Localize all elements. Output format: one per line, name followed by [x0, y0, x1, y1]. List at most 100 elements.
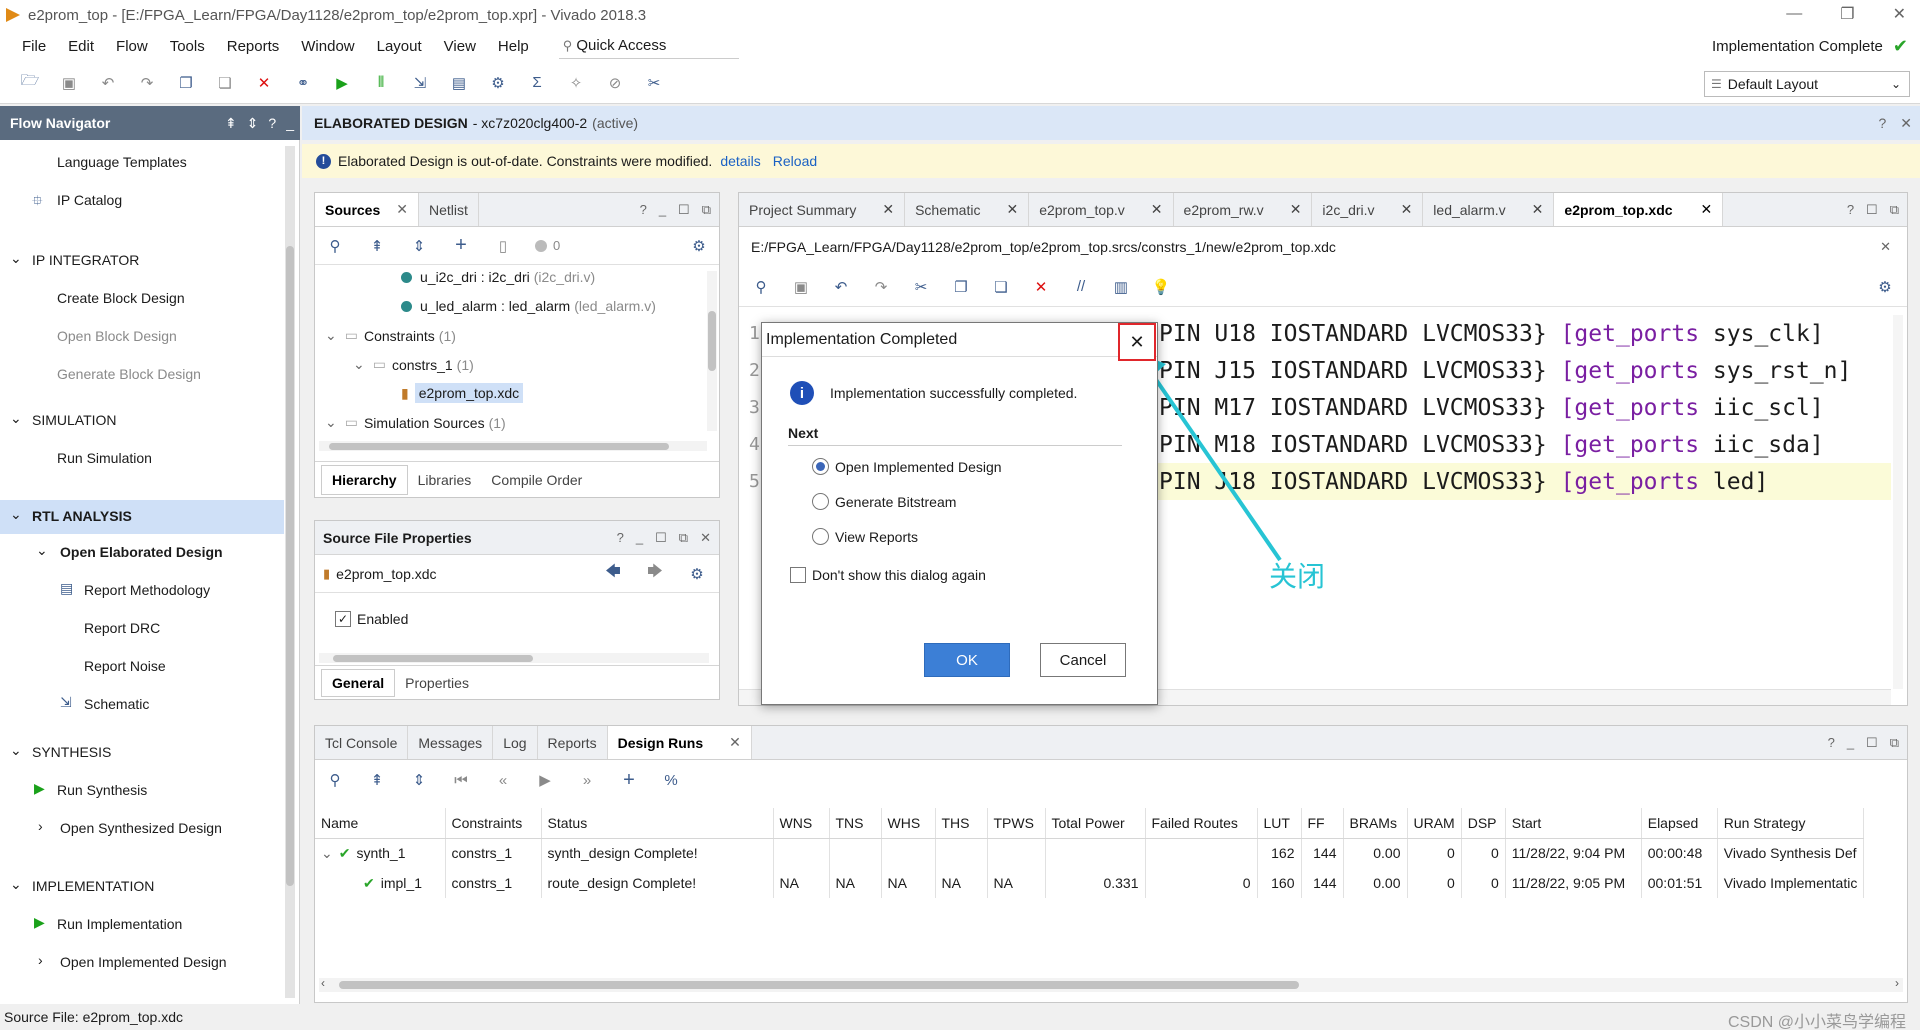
quick-access-field[interactable]: ⚲ Quick Access	[558, 33, 739, 59]
tab-log[interactable]: Log	[493, 726, 538, 759]
search-icon[interactable]: ⚲	[325, 770, 345, 790]
expand-all-icon[interactable]: ⇕	[247, 115, 259, 132]
col-ff[interactable]: FF	[1301, 808, 1344, 839]
wave-icon[interactable]: ⊘	[605, 73, 625, 93]
find-icon[interactable]: ⚭	[293, 73, 313, 93]
radio-generate-bitstream[interactable]: Generate Bitstream	[762, 493, 1157, 510]
col-ths[interactable]: THS	[935, 808, 988, 839]
settings-icon[interactable]: ⚙	[488, 73, 508, 93]
runs-hscrollbar[interactable]: ‹ ›	[319, 976, 1903, 992]
col-constraints[interactable]: Constraints	[445, 808, 542, 839]
nav-report-methodology[interactable]: Report Methodology	[84, 582, 210, 598]
open-project-icon[interactable]: 🗁	[20, 72, 40, 93]
tab-e2prom-top-v[interactable]: e2prom_top.v ✕	[1029, 193, 1174, 226]
maximize-icon[interactable]: ☐	[678, 202, 690, 218]
chevron-down-icon[interactable]: ⌄	[10, 250, 22, 267]
col-wns[interactable]: WNS	[773, 808, 830, 839]
collapse-all-icon[interactable]: ⇞	[367, 770, 387, 790]
menu-flow[interactable]: Flow	[116, 38, 148, 55]
delete-icon[interactable]: ✕	[1031, 277, 1051, 297]
previous-icon[interactable]: «	[493, 770, 513, 790]
cancel-button[interactable]: Cancel	[1040, 643, 1126, 677]
nav-run-simulation[interactable]: Run Simulation	[57, 450, 152, 466]
collapse-all-icon[interactable]: ⇞	[367, 236, 387, 256]
layout-dropdown[interactable]: ☰ Default Layout ⌄	[1704, 71, 1910, 97]
editor-scrollbar[interactable]	[1893, 315, 1903, 689]
chevron-down-icon[interactable]: ⌄	[10, 876, 22, 893]
paste-icon[interactable]: ❏	[991, 277, 1011, 297]
bulb-icon[interactable]: 💡	[1151, 277, 1171, 297]
copy-icon[interactable]: ❐	[951, 277, 971, 297]
cut-icon[interactable]: ✂	[911, 277, 931, 297]
chevron-down-icon[interactable]: ⌄	[10, 742, 22, 759]
sources-scrollbar[interactable]	[707, 271, 717, 431]
nav-run-synthesis[interactable]: Run Synthesis	[57, 782, 147, 798]
collapse-all-icon[interactable]: ⇞	[225, 115, 237, 132]
col-name[interactable]: Name	[315, 808, 446, 839]
tab-sources[interactable]: Sources ✕	[315, 193, 419, 226]
back-arrow-icon[interactable]: 🡄	[603, 563, 623, 584]
settings-icon[interactable]: ⚙	[689, 236, 709, 256]
cut-net-icon[interactable]: ✂	[644, 73, 664, 93]
col-whs[interactable]: WHS	[881, 808, 936, 839]
props-hscrollbar[interactable]	[319, 653, 709, 663]
tab-e2prom-rw-v[interactable]: e2prom_rw.v ✕	[1174, 193, 1313, 226]
col-dsp[interactable]: DSP	[1461, 808, 1506, 839]
flow-nav-scrollbar[interactable]	[285, 146, 295, 998]
col-brams[interactable]: BRAMs	[1343, 808, 1408, 839]
menu-file[interactable]: File	[22, 38, 46, 55]
nav-open-synthesized-design[interactable]: Open Synthesized Design	[60, 820, 222, 836]
tab-reports[interactable]: Reports	[538, 726, 608, 759]
nav-create-block-design[interactable]: Create Block Design	[57, 290, 185, 306]
generate-bitstream-icon[interactable]: ⦀	[371, 73, 391, 93]
chevron-down-icon[interactable]: ⌄	[36, 542, 48, 559]
tab-messages[interactable]: Messages	[408, 726, 494, 759]
nav-open-elaborated-design[interactable]: Open Elaborated Design	[60, 544, 223, 560]
menu-window[interactable]: Window	[301, 38, 354, 55]
minimize-icon[interactable]: _	[659, 202, 666, 217]
help-icon[interactable]: ?	[640, 202, 647, 217]
col-total-power[interactable]: Total Power	[1045, 808, 1146, 839]
section-implementation[interactable]: IMPLEMENTATION	[32, 878, 154, 894]
nav-schematic[interactable]: Schematic	[84, 696, 149, 712]
table-row[interactable]: ✔ impl_1 constrs_1 route_design Complete!…	[315, 868, 1865, 898]
nav-report-noise[interactable]: Report Noise	[84, 658, 166, 674]
percent-icon[interactable]: %	[661, 770, 681, 790]
menu-edit[interactable]: Edit	[68, 38, 94, 55]
chevron-down-icon[interactable]: ⌄	[10, 410, 22, 427]
help-icon[interactable]: ?	[1847, 202, 1854, 217]
reload-link[interactable]: Reload	[773, 153, 817, 169]
nav-run-implementation[interactable]: Run Implementation	[57, 916, 182, 932]
maximize-icon[interactable]: ☐	[655, 530, 667, 546]
tree-item-led[interactable]: u_led_alarm : led_alarm (led_alarm.v)	[401, 298, 656, 314]
float-icon[interactable]: ⧉	[1890, 202, 1899, 218]
tab-design-runs[interactable]: Design Runs ✕	[607, 726, 752, 759]
tree-item-xdc[interactable]: ▮ e2prom_top.xdc	[401, 383, 524, 403]
settings-icon[interactable]: ⚙	[1875, 277, 1895, 297]
minimize-icon[interactable]: _	[1847, 735, 1854, 750]
first-icon[interactable]: ⏮	[451, 770, 471, 790]
columns-icon[interactable]: ▥	[1111, 277, 1131, 297]
close-window-icon[interactable]: ✕	[1893, 4, 1906, 24]
col-start[interactable]: Start	[1505, 808, 1642, 839]
search-icon[interactable]: ⚲	[325, 236, 345, 256]
col-lut[interactable]: LUT	[1257, 808, 1302, 839]
play-icon[interactable]: ▶	[535, 770, 555, 790]
tree-item-sim-sources[interactable]: ⌄ ▭ Simulation Sources (1)	[325, 414, 506, 431]
settings-icon[interactable]: ⚙	[687, 564, 707, 584]
copy-icon[interactable]: ❐	[176, 73, 196, 93]
add-source-icon[interactable]: +	[451, 234, 471, 256]
col-uram[interactable]: URAM	[1407, 808, 1462, 839]
program-device-icon[interactable]: ⇲	[410, 73, 430, 93]
tab-led-alarm-v[interactable]: led_alarm.v ✕	[1423, 193, 1555, 226]
expand-all-icon[interactable]: ⇕	[409, 236, 429, 256]
report-icon[interactable]: ▤	[449, 73, 469, 93]
float-icon[interactable]: ⧉	[702, 202, 711, 218]
details-link[interactable]: details	[720, 153, 760, 169]
maximize-icon[interactable]: ☐	[1866, 735, 1878, 751]
run-icon[interactable]: ▶	[332, 73, 352, 93]
save-icon[interactable]: ▣	[791, 277, 811, 297]
nav-generate-block-design[interactable]: Generate Block Design	[57, 366, 201, 382]
section-simulation[interactable]: SIMULATION	[32, 412, 117, 428]
help-icon[interactable]: ?	[268, 115, 276, 131]
